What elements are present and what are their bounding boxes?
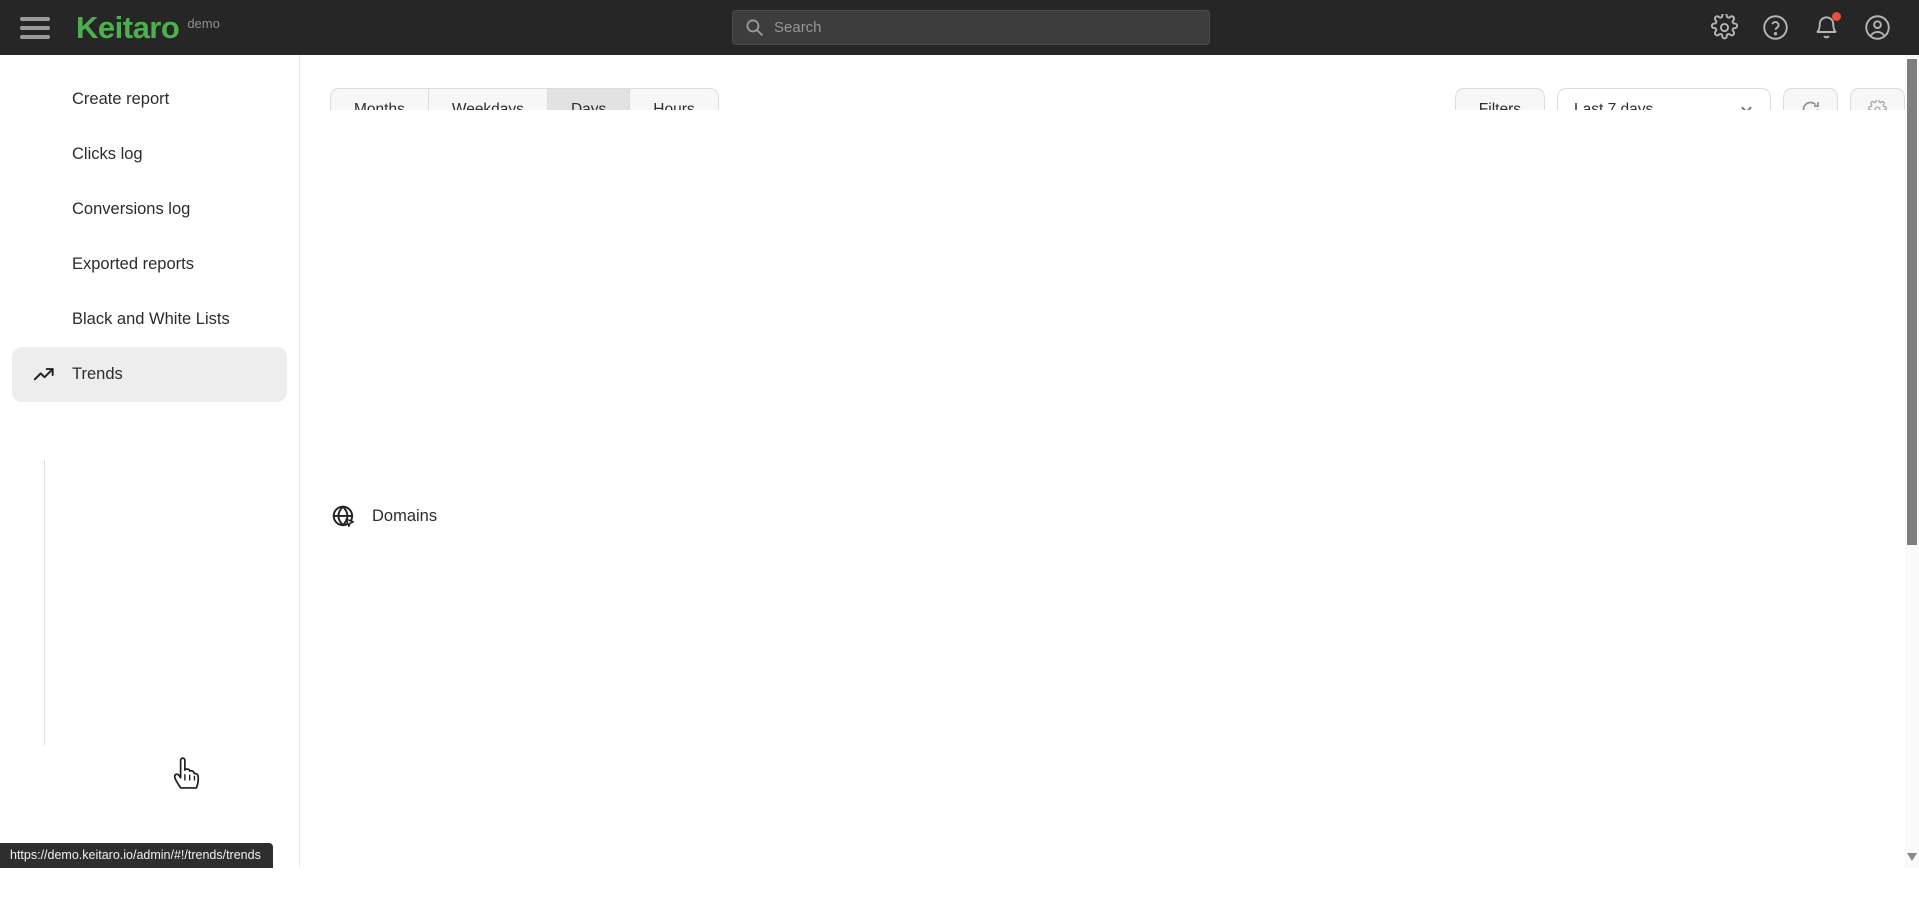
sidebar-item-label: Clicks log	[72, 145, 143, 164]
menu-toggle-icon[interactable]	[20, 17, 50, 39]
scrollbar-thumb[interactable]	[1907, 59, 1917, 545]
sidebar-item-clicks-log[interactable]: Clicks log	[0, 127, 299, 182]
settings-icon[interactable]	[1711, 14, 1738, 41]
search-icon	[745, 18, 764, 37]
sidebar-item-label: Conversions log	[72, 200, 190, 219]
notification-badge	[1832, 12, 1841, 21]
app-logo: Keitaro	[76, 10, 179, 46]
sidebar-item-create-report[interactable]: Create report	[0, 72, 299, 127]
submenu-guide-line	[44, 460, 45, 745]
sidebar-item-exported-reports[interactable]: Exported reports	[0, 237, 299, 292]
sidebar-item-label: Trends	[72, 365, 123, 384]
sidebar-item-trends[interactable]: Trends	[12, 347, 287, 402]
global-search[interactable]	[732, 10, 1210, 45]
sidebar-item-label: Exported reports	[72, 255, 194, 274]
sidebar: DashboardCampaignsLandings PagesAffiliat…	[0, 55, 300, 868]
sidebar-item-label: Domains	[372, 507, 437, 526]
trends-icon	[30, 362, 57, 388]
search-input[interactable]	[774, 19, 1209, 36]
help-icon[interactable]	[1762, 14, 1789, 41]
sidebar-item-conversions-log[interactable]: Conversions log	[0, 182, 299, 237]
sidebar-item-black-and-white-lists[interactable]: Black and White Lists	[0, 292, 299, 347]
sidebar-item-domains[interactable]: Domains	[300, 110, 1905, 923]
notifications-icon[interactable]	[1813, 14, 1840, 41]
page-scrollbar[interactable]	[1905, 55, 1919, 868]
link-status-bar: https://demo.keitaro.io/admin/#!/trends/…	[0, 843, 273, 868]
account-icon[interactable]	[1864, 14, 1891, 41]
sidebar-item-label: Create report	[72, 90, 169, 109]
scrollbar-down-arrow[interactable]	[1907, 853, 1917, 861]
env-badge: demo	[187, 16, 220, 31]
domains-icon	[330, 504, 357, 530]
sidebar-item-label: Black and White Lists	[72, 310, 230, 329]
top-bar: Keitaro demo	[0, 0, 1919, 55]
